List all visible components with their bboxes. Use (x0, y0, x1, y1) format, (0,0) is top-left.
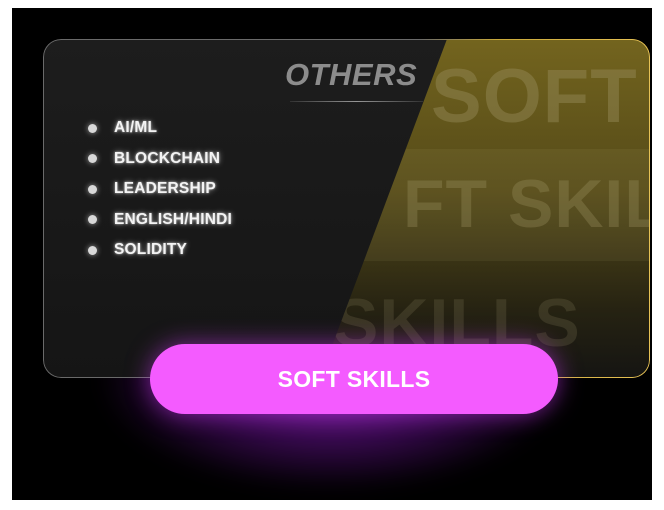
skills-list: AI/ML BLOCKCHAIN LEADERSHIP ENGLISH/HIND… (88, 113, 232, 266)
list-item-label: ENGLISH/HINDI (114, 210, 232, 228)
soft-skills-button-label: SOFT SKILLS (277, 365, 431, 392)
title-divider (290, 101, 423, 102)
list-item: ENGLISH/HINDI (88, 205, 232, 236)
list-item-label: AI/ML (114, 119, 158, 137)
background-word: SOFT (431, 54, 638, 139)
list-item: AI/ML (88, 113, 232, 144)
bullet-dot-icon (88, 215, 97, 225)
list-item-label: LEADERSHIP (114, 180, 216, 198)
soft-skills-button[interactable]: SOFT SKILLS (150, 344, 558, 414)
card-title: OTHERS (285, 57, 418, 92)
background-word: FT SKILLS (403, 166, 650, 242)
skills-card: SOFT FT SKILLS SKILLS OTHERS AI/ML BLOCK… (43, 39, 650, 378)
list-item: SOLIDITY (88, 235, 232, 266)
bullet-dot-icon (88, 184, 97, 194)
bullet-dot-icon (88, 154, 97, 164)
bullet-dot-icon (88, 123, 97, 133)
list-item: LEADERSHIP (88, 174, 232, 205)
stage: SOFT FT SKILLS SKILLS OTHERS AI/ML BLOCK… (12, 8, 652, 500)
list-item-label: SOLIDITY (114, 241, 188, 259)
list-item: BLOCKCHAIN (88, 144, 232, 175)
list-item-label: BLOCKCHAIN (114, 149, 221, 167)
bullet-dot-icon (88, 245, 97, 255)
